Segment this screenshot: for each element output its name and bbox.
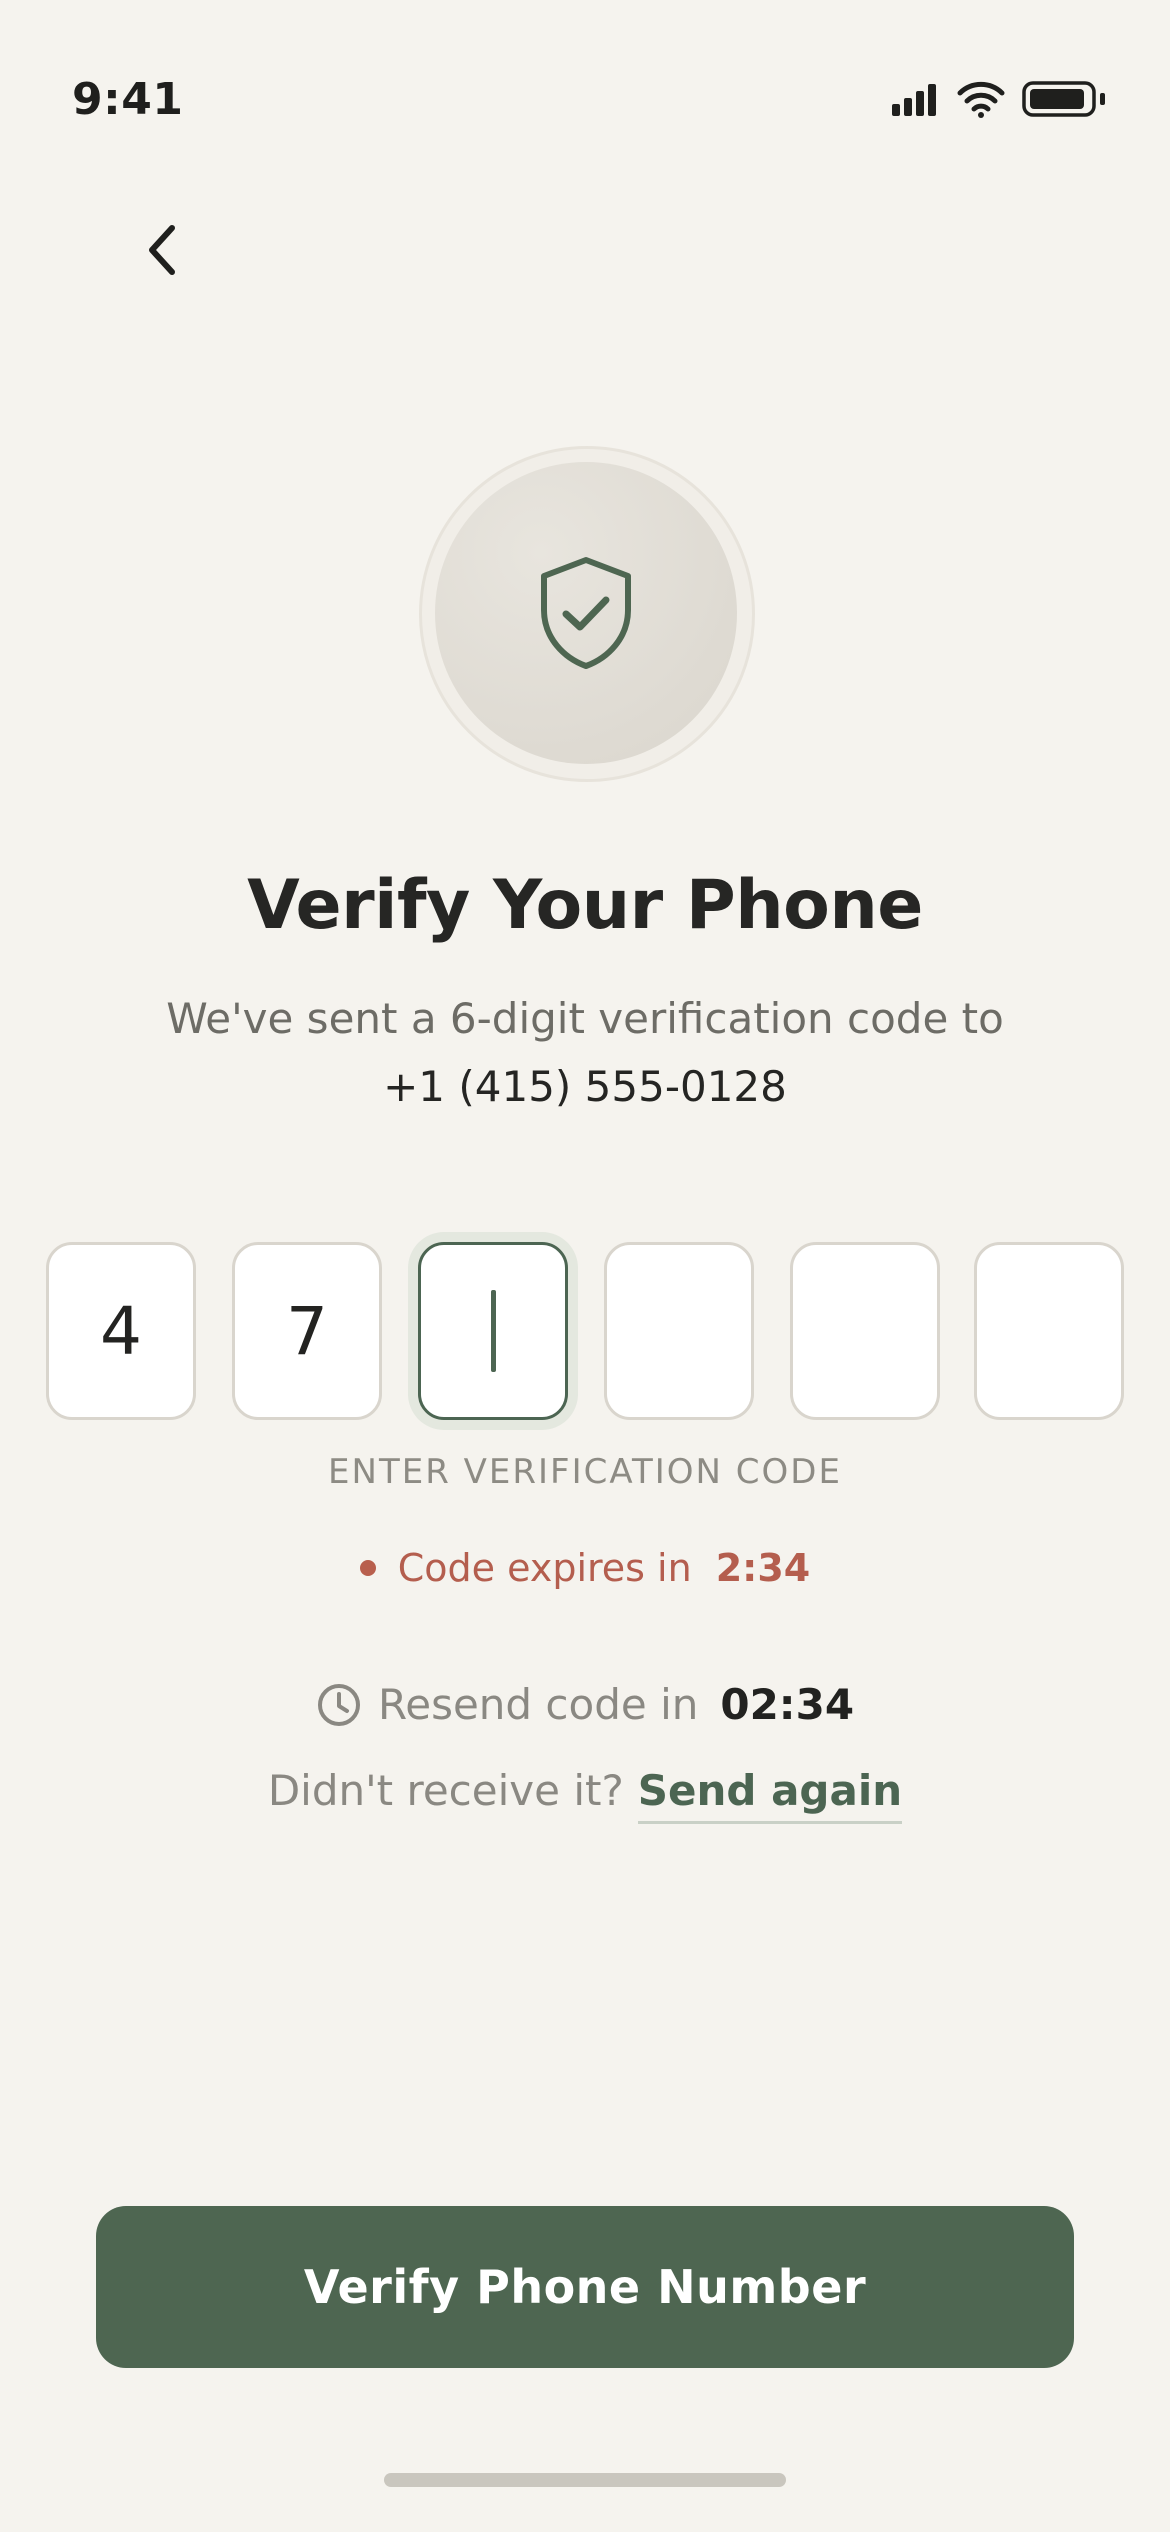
code-input-row: 4 7	[46, 1242, 1124, 1420]
phone-number: +1 (415) 555-0128	[383, 1062, 787, 1111]
shield-check-icon	[541, 557, 631, 669]
resend-prompt-text: Didn't receive it?	[267, 1766, 624, 1815]
verify-phone-button[interactable]: Verify Phone Number	[96, 2206, 1074, 2368]
chevron-left-icon	[149, 225, 175, 275]
expiry-notice: Code expires in 2:34	[0, 1546, 1170, 1590]
status-dot-icon	[359, 1560, 376, 1576]
resend-label: Resend code in	[377, 1680, 699, 1729]
expiry-label: Code expires in	[397, 1546, 692, 1590]
home-indicator[interactable]	[384, 2473, 786, 2487]
subtitle: We've sent a 6-digit verification code t…	[166, 994, 1004, 1043]
code-digit-3[interactable]	[418, 1242, 568, 1420]
resend-timer: Resend code in 02:34	[0, 1680, 1170, 1729]
signal-icon	[892, 84, 936, 116]
verification-badge	[435, 462, 737, 764]
code-digit-4[interactable]	[604, 1242, 754, 1420]
code-digit-1[interactable]: 4	[46, 1242, 196, 1420]
code-digit-5[interactable]	[790, 1242, 940, 1420]
status-time: 9:41	[72, 74, 184, 125]
battery-icon	[1022, 81, 1105, 117]
resend-prompt: Didn't receive it? Send again	[0, 1766, 1170, 1824]
verify-phone-screen: 9:41 Verify Your Phone We've sent a 6-di…	[0, 0, 1170, 2532]
code-input-label: ENTER VERIFICATION CODE	[328, 1452, 842, 1492]
send-again-link[interactable]: Send again	[637, 1766, 903, 1824]
back-button[interactable]	[130, 214, 194, 286]
status-icons	[890, 80, 1108, 118]
expiry-time: 2:34	[715, 1546, 811, 1590]
clock-icon	[317, 1683, 360, 1726]
code-digit-6[interactable]	[974, 1242, 1124, 1420]
wifi-icon	[957, 81, 1005, 118]
text-caret	[490, 1290, 496, 1372]
page-title: Verify Your Phone	[247, 866, 923, 945]
resend-time: 02:34	[720, 1680, 855, 1729]
code-digit-2[interactable]: 7	[232, 1242, 382, 1420]
